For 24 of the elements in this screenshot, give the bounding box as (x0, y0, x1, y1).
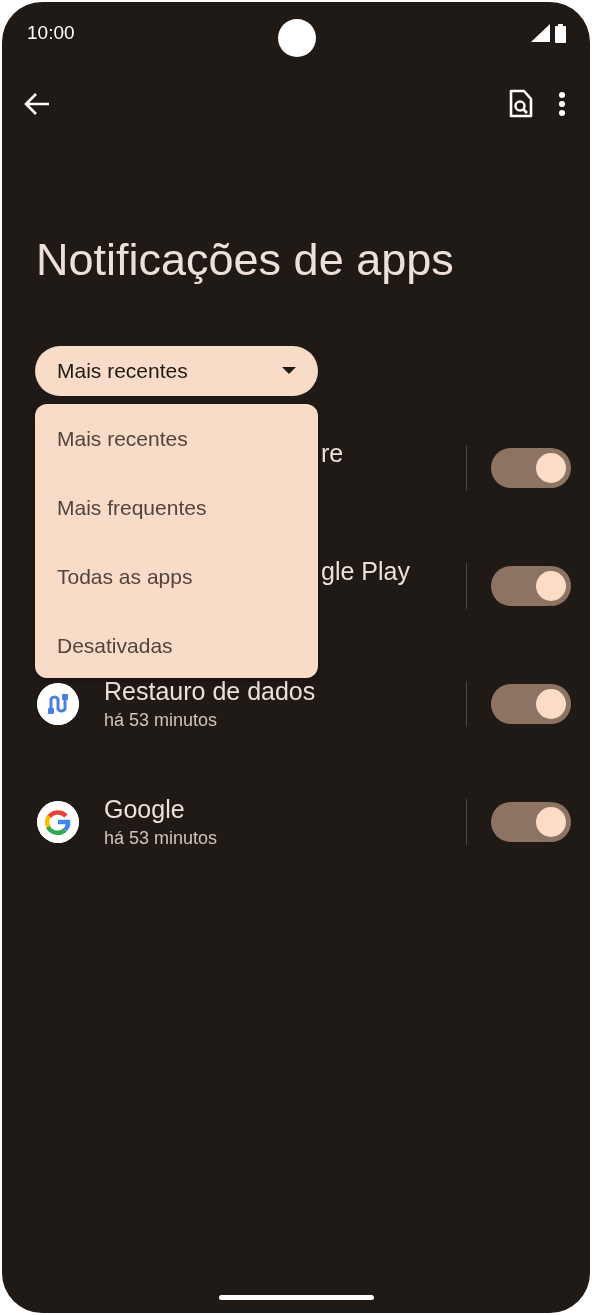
back-arrow-icon[interactable] (24, 92, 50, 116)
caret-icon (282, 367, 296, 375)
g-logo-icon (37, 801, 79, 843)
notification-toggle[interactable] (491, 684, 571, 724)
menu-option[interactable]: Mais recentes (35, 404, 318, 473)
page-title: Notificações de apps (35, 233, 455, 287)
filter-dropdown[interactable]: Mais recentes (35, 346, 318, 396)
app-name: gle Play (321, 556, 411, 587)
last-notification-time: há 53 minutos (104, 709, 219, 732)
last-notification-time: há 53 minutos (104, 827, 219, 850)
document-search-icon[interactable] (508, 89, 534, 119)
notification-toggle[interactable] (491, 802, 571, 842)
notification-toggle[interactable] (491, 448, 571, 488)
camera-cutout (277, 19, 316, 57)
app-name: Google (104, 794, 186, 825)
signal-icon (531, 24, 551, 42)
menu-option[interactable]: Todas as apps (35, 542, 318, 611)
app-name: re (321, 438, 345, 469)
menu-option[interactable]: Mais frequentes (35, 473, 318, 542)
clock-time: 10:00 (27, 20, 76, 45)
cable-icon (37, 683, 79, 725)
notification-toggle[interactable] (491, 566, 571, 606)
more-options-icon[interactable] (558, 92, 566, 116)
battery-icon (555, 23, 566, 43)
